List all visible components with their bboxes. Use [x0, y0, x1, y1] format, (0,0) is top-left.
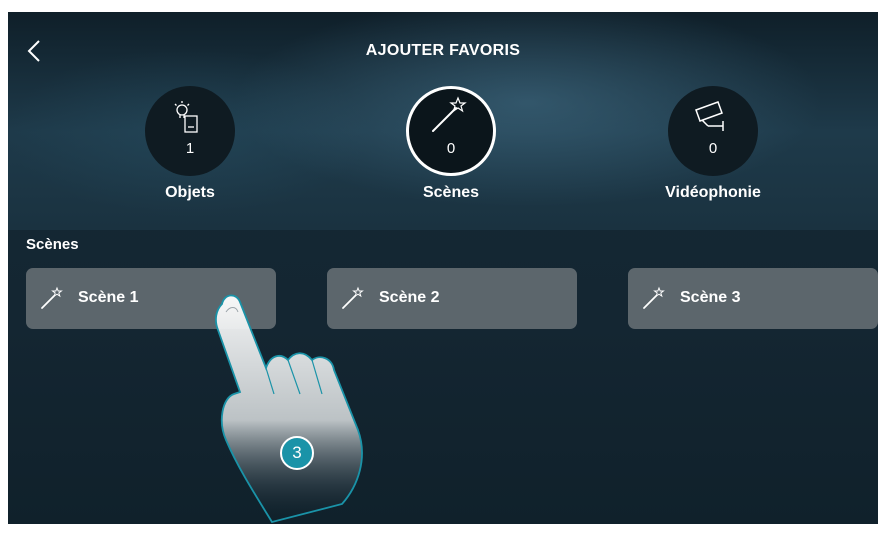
category-label: Objets [165, 184, 215, 201]
bulb-switch-icon [174, 101, 198, 133]
scene-button-1[interactable]: Scène 1 [26, 268, 276, 329]
step-number-badge: 3 [280, 436, 314, 470]
scene-label: Scène 1 [78, 289, 139, 306]
category-circle-selected: 0 [406, 86, 496, 176]
scene-label: Scène 3 [680, 289, 741, 306]
category-count: 0 [708, 140, 718, 157]
section-title: Scènes [26, 236, 79, 253]
magic-wand-icon [643, 286, 665, 309]
magic-wand-icon [41, 286, 63, 309]
category-label: Vidéophonie [665, 184, 761, 201]
magic-wand-icon [342, 286, 364, 309]
category-scenes[interactable]: 0 Scènes [361, 86, 541, 226]
scene-button-3[interactable]: Scène 3 [628, 268, 878, 329]
device-screen: AJOUTER FAVORIS 1 Objets 0 Scènes 0 Vidé… [8, 12, 878, 524]
category-count: 0 [446, 140, 456, 157]
category-circle: 1 [145, 86, 235, 176]
page-title: AJOUTER FAVORIS [365, 42, 521, 59]
header-panel: AJOUTER FAVORIS 1 Objets 0 Scènes 0 Vidé… [8, 12, 878, 230]
category-circle: 0 [668, 86, 758, 176]
category-count: 1 [185, 140, 195, 157]
magic-wand-icon [432, 96, 467, 132]
scene-button-2[interactable]: Scène 2 [327, 268, 577, 329]
category-label: Scènes [422, 184, 480, 201]
category-videophonie[interactable]: 0 Vidéophonie [623, 86, 803, 226]
camera-icon [695, 101, 724, 131]
category-objets[interactable]: 1 Objets [100, 86, 280, 226]
scene-label: Scène 2 [379, 289, 440, 306]
